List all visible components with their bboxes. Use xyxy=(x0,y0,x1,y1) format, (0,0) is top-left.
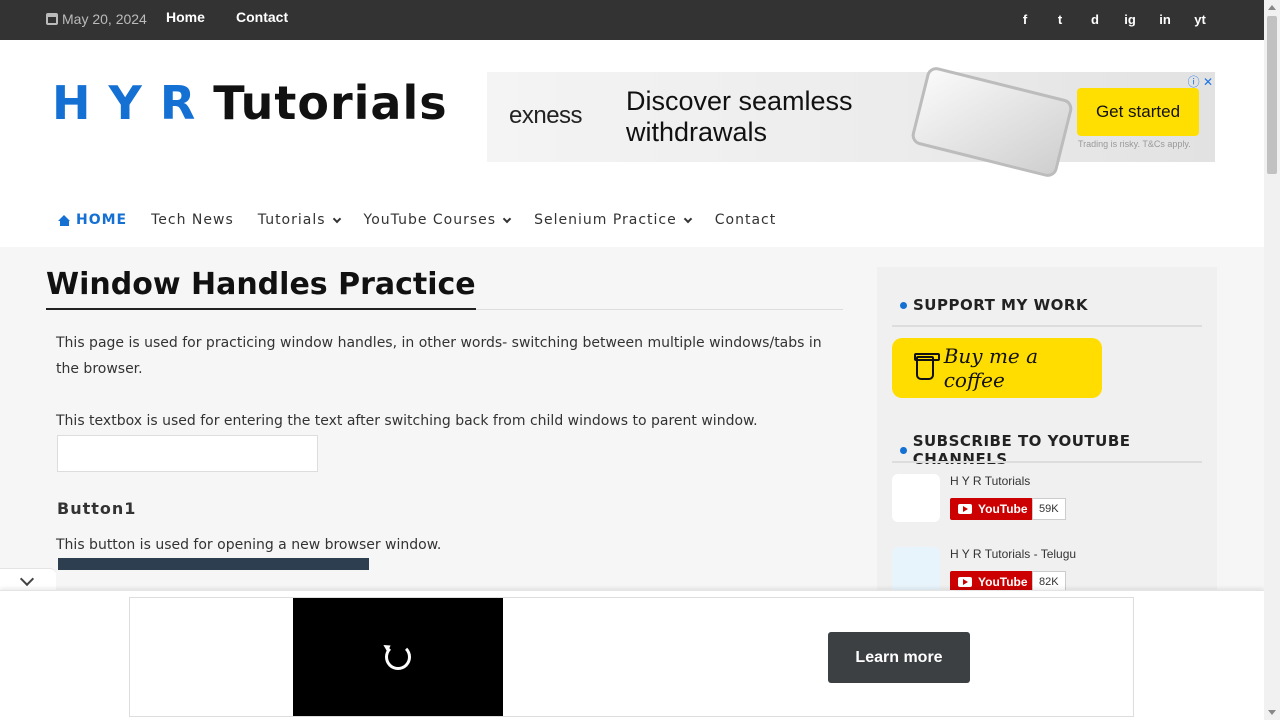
ad-video[interactable] xyxy=(293,598,503,716)
top-link-home[interactable]: Home xyxy=(166,9,205,25)
social-links: f t d ig in yt xyxy=(1017,11,1208,29)
new-window-button[interactable] xyxy=(58,558,369,570)
textbox-description: This textbox is used for entering the te… xyxy=(56,413,758,429)
date-display: May 20, 2024 xyxy=(46,11,147,27)
subscriber-count: 59K xyxy=(1032,498,1066,520)
nav-item-youtube-courses[interactable]: YouTube Courses xyxy=(363,212,512,228)
widget-divider xyxy=(892,325,1202,327)
channel-item: H Y R Tutorials YouTube 59K xyxy=(892,474,1192,524)
nav-label: Contact xyxy=(714,212,777,228)
buy-me-a-coffee-button[interactable]: Buy me a coffee xyxy=(892,338,1102,398)
intro-text: This page is used for practicing window … xyxy=(56,335,822,377)
main-content: Window Handles Practice This page is use… xyxy=(46,267,843,570)
hyr-channel-avatar[interactable] xyxy=(892,474,940,522)
phone-image xyxy=(909,65,1075,179)
twitter-icon[interactable]: t xyxy=(1052,11,1068,29)
ad-fine-print: Trading is risky. T&Cs apply. xyxy=(1078,139,1191,149)
linkedin-icon[interactable]: in xyxy=(1157,11,1173,29)
nav-item-selenium-practice[interactable]: Selenium Practice xyxy=(534,212,692,228)
facebook-icon[interactable]: f xyxy=(1017,11,1033,29)
chevron-down-icon xyxy=(502,214,512,223)
youtube-label: YouTube xyxy=(978,575,1028,589)
support-title-text: SUPPORT MY WORK xyxy=(913,296,1089,314)
widget-divider xyxy=(892,461,1202,463)
ad-frame[interactable]: Learn more xyxy=(129,597,1134,717)
scroll-thumb[interactable] xyxy=(1267,16,1277,174)
site-logo[interactable]: H Y R Tutorials xyxy=(52,76,448,130)
header-ad-banner[interactable]: exness Discover seamless withdrawals Get… xyxy=(487,65,1215,179)
youtube-icon[interactable]: yt xyxy=(1192,11,1208,29)
bullet-icon xyxy=(900,301,907,309)
discord-icon[interactable]: d xyxy=(1087,11,1103,29)
calendar-icon xyxy=(46,13,58,25)
ad-brand: exness xyxy=(509,102,583,129)
nav-item-tech-news[interactable]: Tech News xyxy=(151,212,234,228)
button1-description: This button is used for opening a new br… xyxy=(56,537,442,553)
nav-item-home[interactable]: HOME xyxy=(58,212,127,228)
ad-collapse-tab[interactable] xyxy=(0,568,56,592)
top-link-contact[interactable]: Contact xyxy=(236,9,288,25)
scroll-up-arrow-icon[interactable] xyxy=(1268,5,1276,10)
date-text: May 20, 2024 xyxy=(62,11,147,27)
nav-item-tutorials[interactable]: Tutorials xyxy=(257,212,341,228)
logo-tutorials: Tutorials xyxy=(213,76,448,130)
scrollbar[interactable] xyxy=(1264,0,1280,720)
youtube-label: YouTube xyxy=(978,502,1028,516)
nav-home-label: HOME xyxy=(76,212,128,228)
support-widget-title: SUPPORT MY WORK xyxy=(900,296,1088,314)
learn-more-button[interactable]: Learn more xyxy=(828,632,970,683)
nav-label: Tutorials xyxy=(257,212,326,228)
main-nav: HOME Tech News Tutorials YouTube Courses… xyxy=(58,212,800,228)
chevron-down-icon xyxy=(19,571,35,587)
youtube-subscribe-button[interactable]: YouTube xyxy=(950,498,1033,520)
ad-close-icon[interactable]: ⓘ ✕ xyxy=(1188,73,1213,90)
chevron-down-icon xyxy=(332,214,341,223)
nav-label: Selenium Practice xyxy=(534,212,677,228)
instagram-icon[interactable]: ig xyxy=(1122,11,1138,29)
nav-label: YouTube Courses xyxy=(363,212,497,228)
youtube-play-icon xyxy=(958,577,972,587)
channel-name[interactable]: H Y R Tutorials xyxy=(950,474,1030,488)
robot-channel-avatar[interactable] xyxy=(892,547,940,595)
top-bar: May 20, 2024 Home Contact f t d ig in yt xyxy=(0,0,1264,40)
coffee-cup-icon xyxy=(914,353,940,380)
sidebar: SUPPORT MY WORK Buy me a coffee SUBSCRIB… xyxy=(877,267,1217,597)
replay-icon[interactable] xyxy=(385,644,411,670)
nav-label: Tech News xyxy=(151,212,234,228)
ad-get-started-button[interactable]: Get started xyxy=(1077,88,1199,136)
youtube-play-icon xyxy=(958,504,972,514)
parent-window-textbox[interactable] xyxy=(57,435,318,472)
ad-headline: Discover seamless withdrawals xyxy=(626,86,853,147)
coffee-label: Buy me a coffee xyxy=(943,344,1039,392)
page-title: Window Handles Practice xyxy=(46,267,476,310)
button1-heading: Button1 xyxy=(57,499,137,518)
anchor-ad: Learn more xyxy=(0,590,1264,720)
site-header: H Y R Tutorials exness Discover seamless… xyxy=(0,40,1264,247)
home-icon xyxy=(58,214,71,226)
nav-item-contact[interactable]: Contact xyxy=(715,212,776,228)
scroll-down-arrow-icon[interactable] xyxy=(1268,710,1276,715)
bullet-icon xyxy=(900,446,907,454)
channel-name[interactable]: H Y R Tutorials - Telugu xyxy=(950,547,1076,561)
chevron-down-icon xyxy=(683,214,692,223)
logo-hyr: H Y R xyxy=(52,76,197,130)
